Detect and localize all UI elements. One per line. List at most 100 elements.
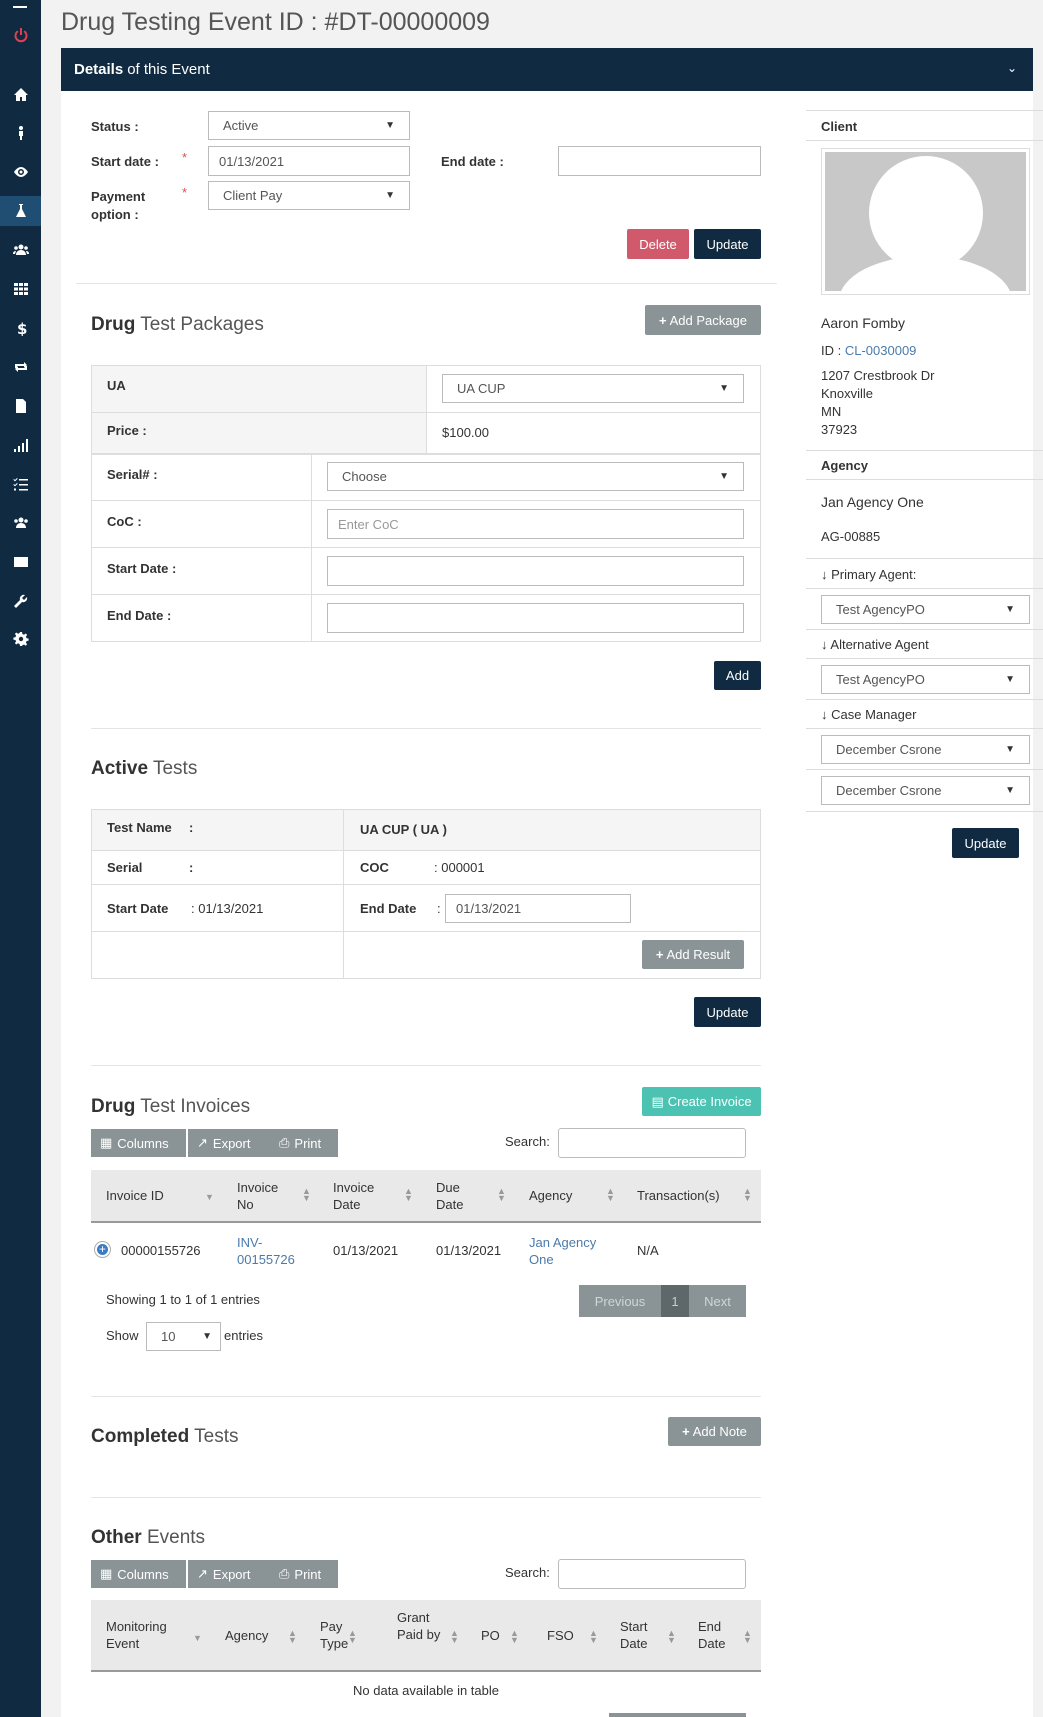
sort-icon: ▲ ▼ bbox=[667, 1628, 676, 1645]
case-manager-select-2[interactable]: December Csrone ▼ bbox=[821, 776, 1030, 805]
add-package-button[interactable]: + Add Package bbox=[645, 305, 761, 335]
sort-icon: ▲ ▼ bbox=[348, 1628, 357, 1645]
grid-icon[interactable] bbox=[0, 274, 41, 304]
menu-icon[interactable] bbox=[13, 6, 27, 8]
empty-table-message: No data available in table bbox=[353, 1683, 499, 1698]
chevron-down-icon: ▼ bbox=[1005, 604, 1015, 615]
add-button[interactable]: Add bbox=[714, 661, 761, 690]
alternative-agent-text: Alternative Agent bbox=[830, 637, 929, 652]
other-export-button[interactable]: ↗ Export bbox=[188, 1560, 270, 1588]
add-result-button[interactable]: + Add Result bbox=[642, 940, 744, 969]
chevron-down-icon[interactable]: ⌄ bbox=[1007, 61, 1017, 75]
end-date-input[interactable] bbox=[558, 146, 761, 176]
case-manager-select[interactable]: December Csrone ▼ bbox=[821, 735, 1030, 764]
client-name-link[interactable]: Aaron Fomby bbox=[821, 315, 905, 331]
active-start-date-value: : 01/13/2021 bbox=[191, 901, 264, 916]
create-invoice-button[interactable]: ▤ Create Invoice bbox=[642, 1087, 761, 1116]
coc-number: 000001 bbox=[441, 860, 485, 875]
flask-icon[interactable] bbox=[0, 196, 41, 226]
dollar-icon[interactable]: $ bbox=[0, 313, 41, 343]
col-transactions[interactable]: Transaction(s) bbox=[637, 1187, 720, 1204]
coc-input[interactable]: Enter CoC bbox=[327, 509, 744, 539]
invoice-search-input[interactable] bbox=[558, 1128, 746, 1158]
serial-select[interactable]: Choose ▼ bbox=[327, 462, 744, 491]
delete-button[interactable]: Delete bbox=[627, 229, 689, 259]
primary-agent-select[interactable]: Test AgencyPO ▼ bbox=[821, 595, 1030, 624]
print-button[interactable]: ⎙ Print bbox=[270, 1129, 338, 1157]
col-end-date[interactable]: End Date bbox=[698, 1618, 738, 1652]
col-other-agency[interactable]: Agency bbox=[225, 1627, 268, 1644]
entries-select[interactable]: 10 ▼ bbox=[146, 1322, 221, 1351]
other-print-button[interactable]: ⎙ Print bbox=[270, 1560, 338, 1588]
users-icon[interactable] bbox=[0, 235, 41, 265]
case-manager-value: December Csrone bbox=[836, 742, 942, 757]
package-start-date-input[interactable] bbox=[327, 556, 744, 586]
create-invoice-label: Create Invoice bbox=[667, 1094, 752, 1109]
group-icon[interactable] bbox=[0, 508, 41, 538]
search-label: Search: bbox=[505, 1134, 550, 1149]
divider bbox=[806, 769, 1043, 770]
divider bbox=[76, 283, 777, 284]
previous-button[interactable]: Previous bbox=[579, 1285, 661, 1317]
expand-row-icon[interactable]: + bbox=[95, 1242, 110, 1257]
next-button[interactable]: Next bbox=[689, 1285, 746, 1317]
col-grant-paid-by[interactable]: Grant Paid by bbox=[397, 1609, 442, 1643]
gear-icon[interactable] bbox=[0, 624, 41, 654]
col-start-date[interactable]: Start Date bbox=[620, 1618, 660, 1652]
bar-chart-icon[interactable] bbox=[0, 430, 41, 460]
payment-option-select[interactable]: Client Pay ▼ bbox=[208, 181, 410, 210]
active-update-button[interactable]: Update bbox=[694, 997, 761, 1027]
status-select[interactable]: Active ▼ bbox=[208, 111, 410, 140]
active-end-date-input[interactable]: 01/13/2021 bbox=[445, 894, 631, 923]
alternative-agent-select[interactable]: Test AgencyPO ▼ bbox=[821, 665, 1030, 694]
person-icon[interactable] bbox=[0, 118, 41, 148]
card-icon[interactable] bbox=[0, 547, 41, 577]
col-invoice-no[interactable]: Invoice No bbox=[237, 1179, 292, 1213]
col-due-date[interactable]: Due Date bbox=[436, 1179, 476, 1213]
agency-link[interactable]: Jan Agency One bbox=[529, 1234, 609, 1268]
agency-code-link[interactable]: AG-00885 bbox=[821, 529, 880, 544]
agency-update-button[interactable]: Update bbox=[952, 828, 1019, 858]
divider bbox=[91, 728, 761, 729]
other-search-input[interactable] bbox=[558, 1559, 746, 1589]
col-po[interactable]: PO bbox=[481, 1627, 500, 1644]
list-check-icon[interactable] bbox=[0, 469, 41, 499]
add-note-button[interactable]: + Add Note bbox=[668, 1417, 761, 1446]
exchange-icon[interactable] bbox=[0, 352, 41, 382]
invoice-no-link[interactable]: INV-00155726 bbox=[237, 1234, 297, 1268]
page-1-button[interactable]: 1 bbox=[661, 1285, 689, 1317]
col-fso[interactable]: FSO bbox=[547, 1627, 574, 1644]
columns-button[interactable]: ▦ Columns bbox=[91, 1129, 186, 1157]
ua-select[interactable]: UA CUP ▼ bbox=[442, 374, 744, 403]
agency-name-link[interactable]: Jan Agency One bbox=[821, 494, 924, 510]
alternative-agent-label: ↓ Alternative Agent bbox=[821, 637, 929, 652]
other-columns-button[interactable]: ▦ Columns bbox=[91, 1560, 186, 1588]
details-bar[interactable]: Details of this Event ⌄ bbox=[61, 48, 1033, 91]
col-invoice-date[interactable]: Invoice Date bbox=[333, 1179, 388, 1213]
wrench-icon[interactable] bbox=[0, 586, 41, 616]
packages-title: Drug Test Packages bbox=[91, 314, 264, 336]
divider bbox=[91, 1670, 761, 1672]
update-button[interactable]: Update bbox=[694, 229, 761, 259]
plus-icon: + bbox=[659, 312, 667, 328]
col-invoice-id[interactable]: Invoice ID bbox=[106, 1187, 164, 1204]
other-events-title: Other Events bbox=[91, 1527, 205, 1549]
divider bbox=[343, 810, 344, 978]
home-icon[interactable] bbox=[0, 80, 41, 110]
coc-label: CoC : bbox=[107, 514, 142, 529]
other-print-label: Print bbox=[294, 1566, 322, 1582]
power-icon[interactable] bbox=[0, 20, 41, 50]
primary-agent-label: ↓ Primary Agent: bbox=[821, 567, 916, 582]
start-date-input[interactable]: 01/13/2021 bbox=[208, 146, 410, 176]
eye-icon[interactable] bbox=[0, 157, 41, 187]
col-monitoring-event[interactable]: Monitoring Event bbox=[106, 1618, 186, 1652]
client-address-city: Knoxville bbox=[821, 386, 874, 401]
ua-value: UA CUP bbox=[457, 381, 506, 396]
sort-desc-icon: ▼ bbox=[205, 1192, 214, 1202]
chevron-down-icon: ▼ bbox=[719, 471, 729, 482]
export-button[interactable]: ↗ Export bbox=[188, 1129, 270, 1157]
col-agency[interactable]: Agency bbox=[529, 1187, 572, 1204]
client-id-link[interactable]: CL-0030009 bbox=[845, 343, 917, 358]
package-end-date-input[interactable] bbox=[327, 603, 744, 633]
document-icon[interactable] bbox=[0, 391, 41, 421]
